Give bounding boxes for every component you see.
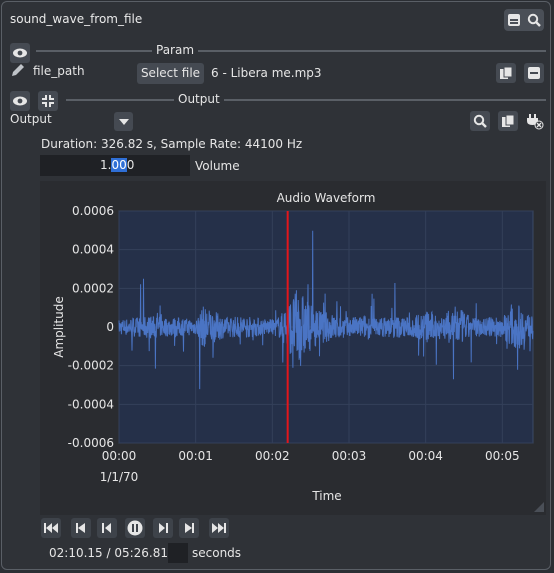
- step-back-button[interactable]: [97, 518, 117, 538]
- previous-button[interactable]: [71, 518, 91, 538]
- y-axis-label: Amplitude: [52, 296, 66, 358]
- step-forward-button[interactable]: [153, 518, 173, 538]
- y-tick-label: 0.0002: [72, 281, 114, 295]
- x-tick-label: 00:01: [178, 449, 213, 463]
- x-tick-label: 00:03: [332, 449, 367, 463]
- resize-handle[interactable]: [534, 501, 544, 515]
- next-button[interactable]: [179, 518, 199, 538]
- y-tick-label: 0.0006: [72, 204, 114, 218]
- y-tick-label: -0.0006: [68, 436, 114, 450]
- y-tick-label: -0.0004: [68, 397, 114, 411]
- chart-title: Audio Waveform: [277, 191, 376, 205]
- y-tick-label: 0.0004: [72, 243, 114, 257]
- x-tick-label: 00:00: [102, 449, 137, 463]
- skip-to-end-button[interactable]: [209, 518, 229, 538]
- y-tick-label: -0.0002: [68, 359, 114, 373]
- waveform-chart[interactable]: 0.0006 0.0004 0.0002 0 -0.0002 -0.0004 -0.0006…: [0, 0, 554, 573]
- x-tick-label: 00:04: [408, 449, 443, 463]
- x-tick-label: 00:05: [485, 449, 520, 463]
- time-display: 02:10.15 / 05:26.81: [49, 546, 169, 560]
- x-tick-label: 00:02: [255, 449, 290, 463]
- y-tick-label: 0: [106, 320, 114, 334]
- skip-to-start-button[interactable]: [41, 518, 61, 538]
- seconds-label: seconds: [192, 546, 242, 560]
- pause-button[interactable]: [125, 518, 145, 538]
- x-axis-label: Time: [311, 489, 341, 503]
- x-date-label: 1/1/70: [100, 470, 139, 484]
- seconds-input[interactable]: [168, 543, 188, 563]
